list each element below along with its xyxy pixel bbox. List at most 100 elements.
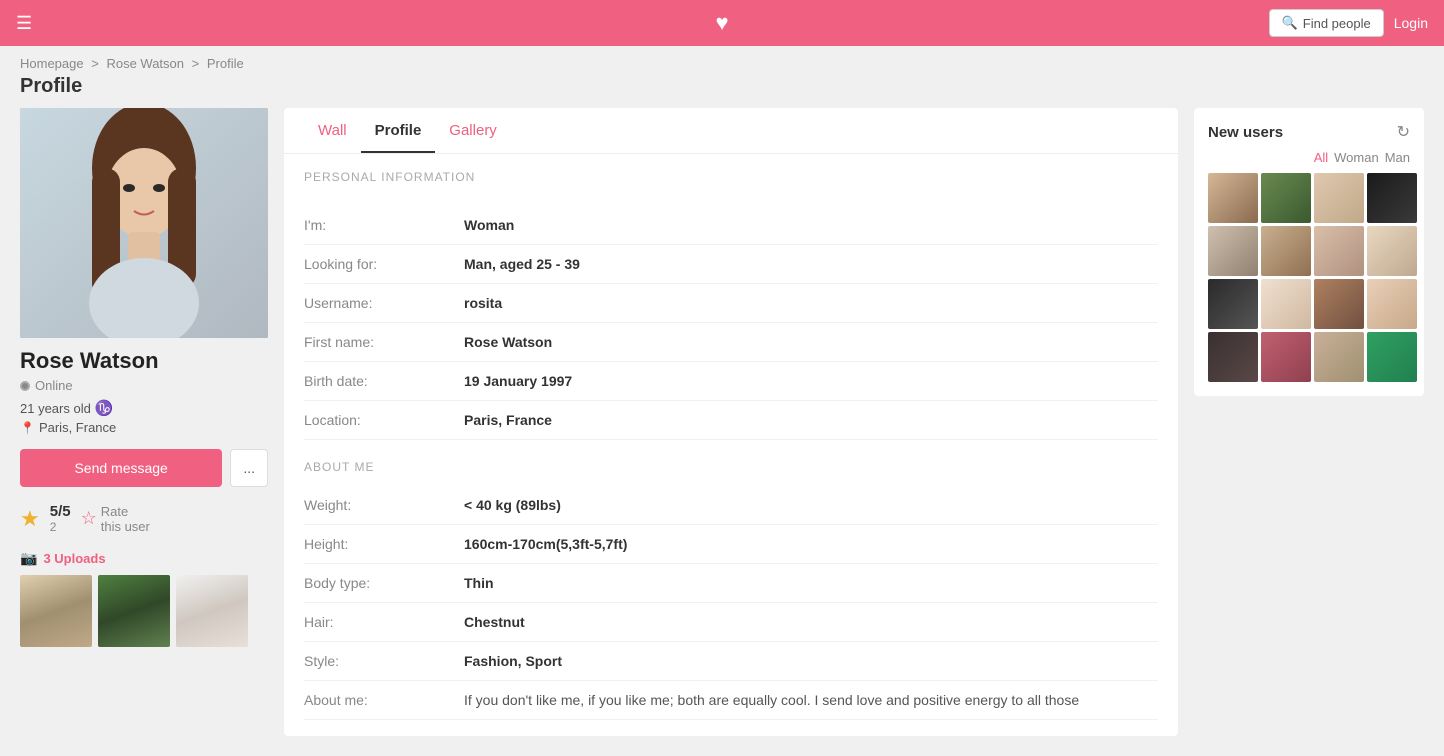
tab-gallery[interactable]: Gallery (435, 108, 511, 153)
hamburger-icon[interactable]: ☰ (16, 13, 32, 34)
user-thumb-img-16 (1367, 332, 1417, 382)
info-row-bodytype: Body type: Thin (304, 564, 1158, 603)
user-thumb-img-10 (1261, 279, 1311, 329)
profile-content: PERSONAL INFORMATION I'm: Woman Looking … (284, 154, 1178, 736)
rate-sublabel: this user (101, 519, 150, 534)
info-value-about: If you don't like me, if you like me; bo… (464, 692, 1079, 708)
camera-icon: 📷 (20, 550, 37, 567)
upload-thumb-1[interactable] (20, 575, 92, 647)
user-thumb-img-2 (1261, 173, 1311, 223)
info-row-style: Style: Fashion, Sport (304, 642, 1158, 681)
user-thumb-13[interactable] (1208, 332, 1258, 382)
filter-tabs: All Woman Man (1208, 150, 1410, 165)
user-thumb-img-11 (1314, 279, 1364, 329)
user-location: Paris, France (39, 420, 116, 435)
middle-column: Wall Profile Gallery PERSONAL INFORMATIO… (284, 108, 1178, 736)
online-label: Online (35, 378, 73, 393)
user-thumb-img-9 (1208, 279, 1258, 329)
upload-thumb-3[interactable] (176, 575, 248, 647)
user-thumb-9[interactable] (1208, 279, 1258, 329)
filter-all[interactable]: All (1314, 150, 1328, 165)
filter-man[interactable]: Man (1385, 150, 1410, 165)
more-options-button[interactable]: ... (230, 449, 268, 487)
info-value-im: Woman (464, 217, 514, 233)
info-row-weight: Weight: < 40 kg (89lbs) (304, 486, 1158, 525)
upload-thumb-2[interactable] (98, 575, 170, 647)
upload-thumb-img-2 (98, 575, 170, 647)
user-thumb-4[interactable] (1367, 173, 1417, 223)
user-thumb-img-15 (1314, 332, 1364, 382)
user-meta: 21 years old ♑ 📍 Paris, France (20, 399, 268, 435)
left-column: Rose Watson Online 21 years old ♑ 📍 Pari… (20, 108, 268, 647)
heart-icon: ♥ (715, 10, 728, 35)
info-value-looking: Man, aged 25 - 39 (464, 256, 580, 272)
refresh-icon[interactable]: ↻ (1397, 122, 1410, 142)
breadcrumb-user[interactable]: Rose Watson (106, 56, 184, 71)
right-column: New users ↻ All Woman Man (1194, 108, 1424, 396)
rate-label: Rate (101, 504, 150, 519)
info-row-height: Height: 160cm-170cm(5,3ft-5,7ft) (304, 525, 1158, 564)
info-value-firstname: Rose Watson (464, 334, 552, 350)
info-row-firstname: First name: Rose Watson (304, 323, 1158, 362)
location-line: 📍 Paris, France (20, 420, 268, 435)
user-thumb-16[interactable] (1367, 332, 1417, 382)
info-row-hair: Hair: Chestnut (304, 603, 1158, 642)
user-thumb-6[interactable] (1261, 226, 1311, 276)
user-thumb-img-12 (1367, 279, 1417, 329)
user-thumb-8[interactable] (1367, 226, 1417, 276)
user-thumb-11[interactable] (1314, 279, 1364, 329)
info-label-username: Username: (304, 295, 464, 311)
rate-labels: Rate this user (101, 504, 150, 534)
login-button[interactable]: Login (1394, 15, 1428, 31)
info-label-firstname: First name: (304, 334, 464, 350)
user-thumb-15[interactable] (1314, 332, 1364, 382)
find-people-button[interactable]: 🔍 Find people (1269, 9, 1384, 37)
header-right: 🔍 Find people Login (1269, 9, 1428, 37)
user-thumb-5[interactable] (1208, 226, 1258, 276)
info-value-bodytype: Thin (464, 575, 494, 591)
user-thumb-12[interactable] (1367, 279, 1417, 329)
page-title: Profile (0, 75, 1444, 108)
info-value-location: Paris, France (464, 412, 552, 428)
zodiac-icon: ♑ (95, 399, 114, 417)
about-me-header: ABOUT ME (304, 460, 1158, 474)
rate-user-button[interactable]: ☆ Rate this user (81, 504, 150, 534)
users-grid (1208, 173, 1410, 382)
uploads-grid (20, 575, 268, 647)
search-icon: 🔍 (1282, 15, 1298, 31)
breadcrumb-current: Profile (207, 56, 244, 71)
user-thumb-img-7 (1314, 226, 1364, 276)
breadcrumb-homepage[interactable]: Homepage (20, 56, 84, 71)
user-age: 21 years old (20, 401, 91, 416)
tab-profile[interactable]: Profile (361, 108, 436, 153)
info-row-birthdate: Birth date: 19 January 1997 (304, 362, 1158, 401)
user-thumb-2[interactable] (1261, 173, 1311, 223)
upload-thumb-img-1 (20, 575, 92, 647)
header: ☰ ♥ 🔍 Find people Login (0, 0, 1444, 46)
new-users-header: New users ↻ (1208, 122, 1410, 142)
uploads-title: 📷 3 Uploads (20, 550, 268, 567)
online-dot (20, 381, 30, 391)
user-thumb-3[interactable] (1314, 173, 1364, 223)
breadcrumb-sep2: > (192, 56, 200, 71)
info-value-hair: Chestnut (464, 614, 525, 630)
user-thumb-7[interactable] (1314, 226, 1364, 276)
uploads-count: 3 Uploads (43, 551, 105, 566)
filter-woman[interactable]: Woman (1334, 150, 1379, 165)
send-message-button[interactable]: Send message (20, 449, 222, 487)
action-buttons: Send message ... (20, 449, 268, 487)
tabs: Wall Profile Gallery (284, 108, 1178, 154)
breadcrumb: Homepage > Rose Watson > Profile (0, 46, 1444, 75)
header-center: ♥ (715, 10, 728, 36)
user-thumb-10[interactable] (1261, 279, 1311, 329)
info-row-location: Location: Paris, France (304, 401, 1158, 440)
info-label-style: Style: (304, 653, 464, 669)
user-thumb-1[interactable] (1208, 173, 1258, 223)
info-label-bodytype: Body type: (304, 575, 464, 591)
info-label-location: Location: (304, 412, 464, 428)
rating-count: 2 (50, 520, 71, 534)
tab-wall[interactable]: Wall (304, 108, 361, 153)
user-thumb-14[interactable] (1261, 332, 1311, 382)
info-value-weight: < 40 kg (89lbs) (464, 497, 561, 513)
profile-photo (20, 108, 268, 338)
